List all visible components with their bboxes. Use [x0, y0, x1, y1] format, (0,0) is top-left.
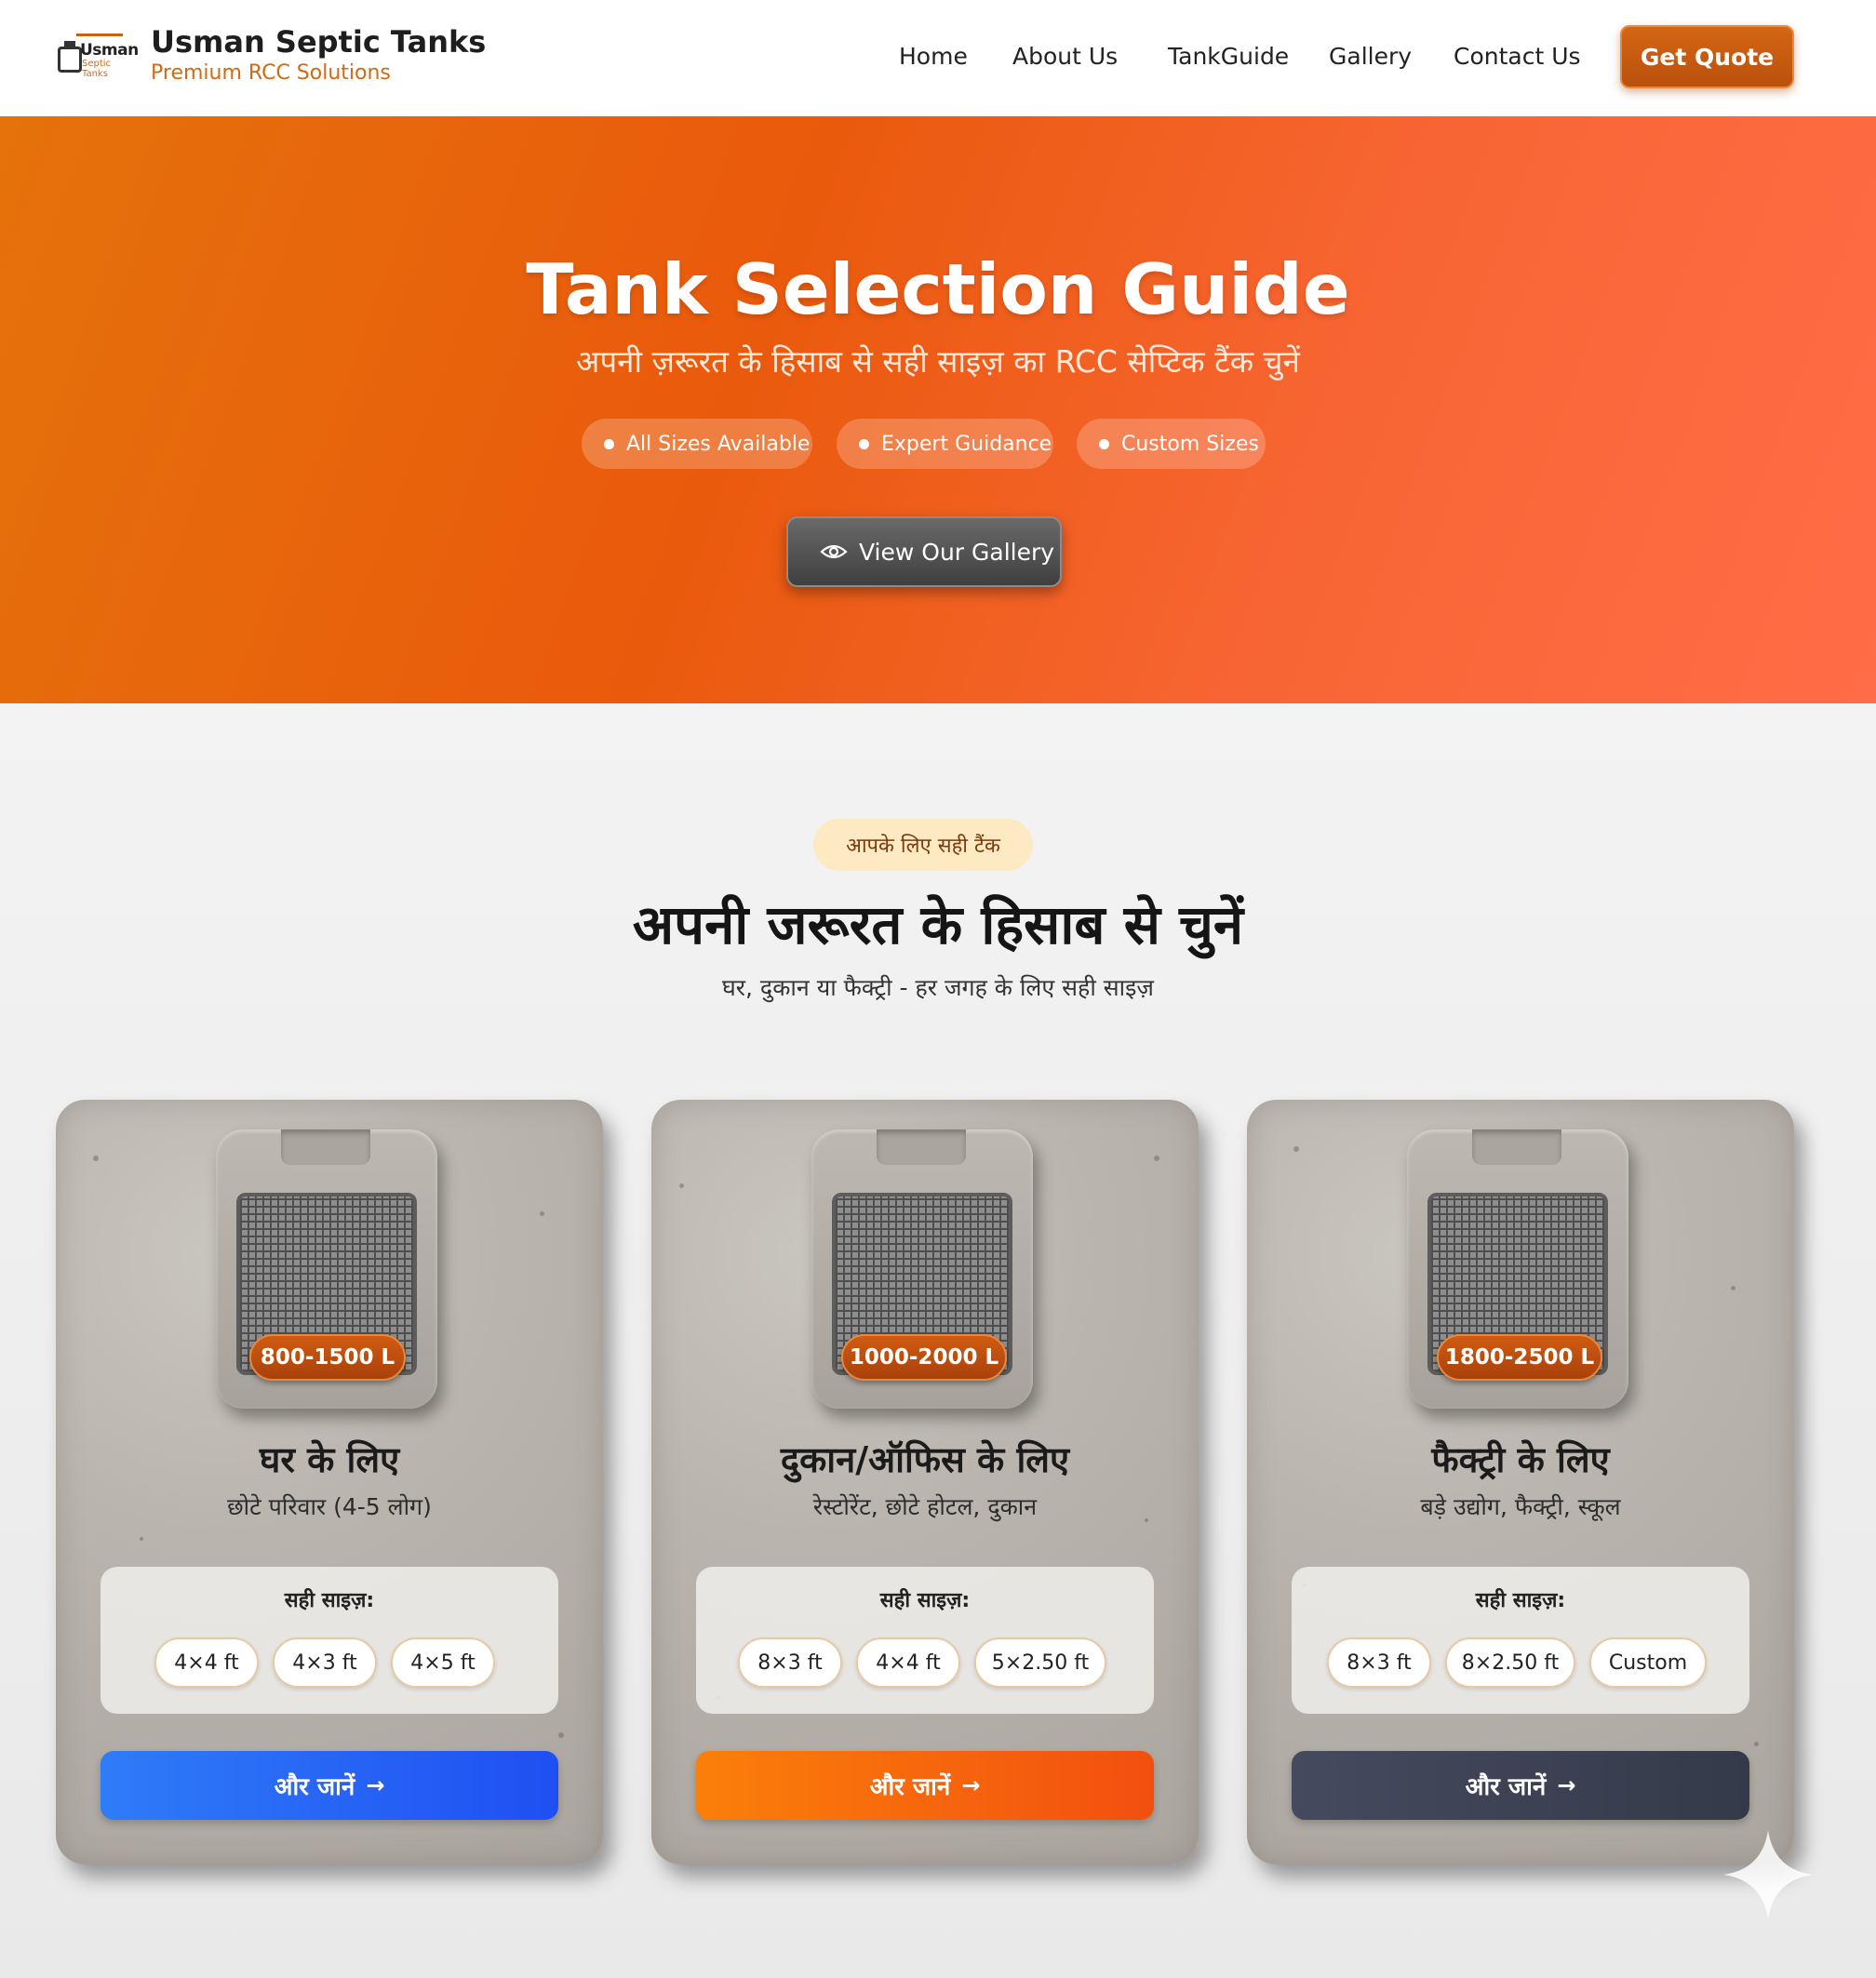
tank-notch [281, 1129, 370, 1165]
learn-more-label: और जानें [1465, 1773, 1547, 1801]
size-chip[interactable]: 4×4 ft [154, 1637, 259, 1688]
view-gallery-button[interactable]: View Our Gallery [786, 516, 1062, 587]
concrete-speck [540, 1211, 544, 1216]
concrete-speck [140, 1537, 143, 1541]
site-header: Usman Septic Tanks Usman Septic Tanks Pr… [0, 0, 1876, 116]
card-title: फैक्ट्री के लिए [1431, 1439, 1610, 1480]
concrete-speck [679, 1183, 684, 1188]
size-chip[interactable]: 8×3 ft [738, 1637, 842, 1688]
tank-notch [877, 1129, 966, 1165]
learn-more-button[interactable]: और जानें → [696, 1751, 1154, 1820]
concrete-speck [1293, 1146, 1299, 1152]
hero-title: Tank Selection Guide [526, 248, 1350, 330]
bullet-dot-icon [604, 439, 614, 449]
nav-tankguide[interactable]: TankGuide [1168, 43, 1289, 70]
card-subtitle: बड़े उद्योग, फैक्ट्री, स्कूल [1420, 1493, 1621, 1520]
pill-expert-guidance: Expert Guidance [837, 419, 1053, 469]
logo-roof-mark [76, 33, 123, 41]
view-gallery-label: View Our Gallery [859, 538, 1055, 566]
bullet-dot-icon [1099, 439, 1109, 449]
pill-label: All Sizes Available [626, 432, 811, 456]
logo-subword: Septic Tanks [82, 59, 112, 79]
capacity-badge: 1800-2500 L [1437, 1334, 1602, 1381]
learn-more-label: और जानें [274, 1773, 355, 1801]
nav-contact-us[interactable]: Contact Us [1454, 43, 1581, 70]
capacity-badge: 800-1500 L [249, 1334, 406, 1381]
card-subtitle: रेस्टोरेंट, छोटे होटल, दुकान [812, 1493, 1038, 1520]
concrete-speck [558, 1732, 564, 1738]
section-subtitle: घर, दुकान या फैक्ट्री - हर जगह के लिए सह… [722, 974, 1154, 1001]
pill-all-sizes: All Sizes Available [582, 419, 812, 469]
size-chip[interactable]: 8×2.50 ft [1445, 1637, 1575, 1688]
size-chip[interactable]: 4×5 ft [391, 1637, 495, 1688]
concrete-speck [93, 1156, 99, 1161]
sparkle-icon [1723, 1830, 1813, 1919]
learn-more-button[interactable]: और जानें → [100, 1751, 558, 1820]
sizes-panel: सही साइज़: 8×3 ft 4×4 ft 5×2.50 ft [696, 1567, 1154, 1714]
size-chip[interactable]: 5×2.50 ft [974, 1637, 1106, 1688]
capacity-badge: 1000-2000 L [841, 1334, 1007, 1381]
logo-tank-icon [58, 41, 82, 73]
nav-home[interactable]: Home [899, 43, 968, 70]
brand-logo[interactable]: Usman Septic Tanks [58, 33, 140, 80]
tank-notch [1472, 1129, 1561, 1165]
card-title: घर के लिए [259, 1439, 400, 1480]
arrow-right-icon: → [961, 1772, 981, 1798]
arrow-right-icon: → [366, 1772, 385, 1798]
size-chip[interactable]: Custom [1589, 1637, 1707, 1688]
learn-more-button[interactable]: और जानें → [1292, 1751, 1749, 1820]
card-subtitle: छोटे परिवार (4-5 लोग) [227, 1493, 432, 1520]
pill-label: Custom Sizes [1121, 432, 1259, 456]
section-title: अपनी जरूरत के हिसाब से चुनें [632, 893, 1244, 956]
tank-card-home: 800-1500 L घर के लिए छोटे परिवार (4-5 लो… [56, 1100, 603, 1864]
section-tag: आपके लिए सही टैंक [813, 819, 1033, 871]
concrete-speck [1154, 1156, 1159, 1161]
pill-label: Expert Guidance [881, 432, 1052, 456]
tank-card-shop-office: 1000-2000 L दुकान/ऑफिस के लिए रेस्टोरेंट… [651, 1100, 1199, 1864]
get-quote-button[interactable]: Get Quote [1620, 25, 1794, 88]
learn-more-label: और जानें [869, 1773, 951, 1801]
card-title: दुकान/ऑफिस के लिए [780, 1439, 1070, 1480]
brand-subtitle: Premium RCC Solutions [151, 61, 391, 85]
nav-gallery[interactable]: Gallery [1329, 43, 1412, 70]
sizes-label: सही साइज़: [1475, 1589, 1566, 1612]
size-chip[interactable]: 8×3 ft [1327, 1637, 1431, 1688]
hero-subtitle: अपनी ज़रूरत के हिसाब से सही साइज़ का RCC… [576, 343, 1300, 380]
pill-custom-sizes: Custom Sizes [1077, 419, 1266, 469]
sizes-label: सही साइज़: [879, 1589, 971, 1612]
arrow-right-icon: → [1557, 1772, 1576, 1798]
nav-about-us[interactable]: About Us [1012, 43, 1118, 70]
logo-word: Usman [80, 41, 139, 60]
tank-card-factory: 1800-2500 L फैक्ट्री के लिए बड़े उद्योग,… [1247, 1100, 1794, 1864]
sizes-label: सही साइज़: [284, 1589, 375, 1612]
sizes-panel: सही साइज़: 4×4 ft 4×3 ft 4×5 ft [100, 1567, 558, 1714]
concrete-speck [1731, 1286, 1735, 1290]
bullet-dot-icon [859, 439, 869, 449]
size-chip[interactable]: 4×3 ft [273, 1637, 377, 1688]
tank-selection-section: आपके लिए सही टैंक अपनी जरूरत के हिसाब से… [0, 703, 1876, 1978]
sizes-panel: सही साइज़: 8×3 ft 8×2.50 ft Custom [1292, 1567, 1749, 1714]
size-chip[interactable]: 4×4 ft [856, 1637, 960, 1688]
brand-title[interactable]: Usman Septic Tanks [151, 24, 486, 60]
hero-banner: Tank Selection Guide अपनी ज़रूरत के हिसा… [0, 116, 1876, 703]
concrete-speck [1754, 1742, 1759, 1746]
eye-icon [820, 544, 848, 559]
